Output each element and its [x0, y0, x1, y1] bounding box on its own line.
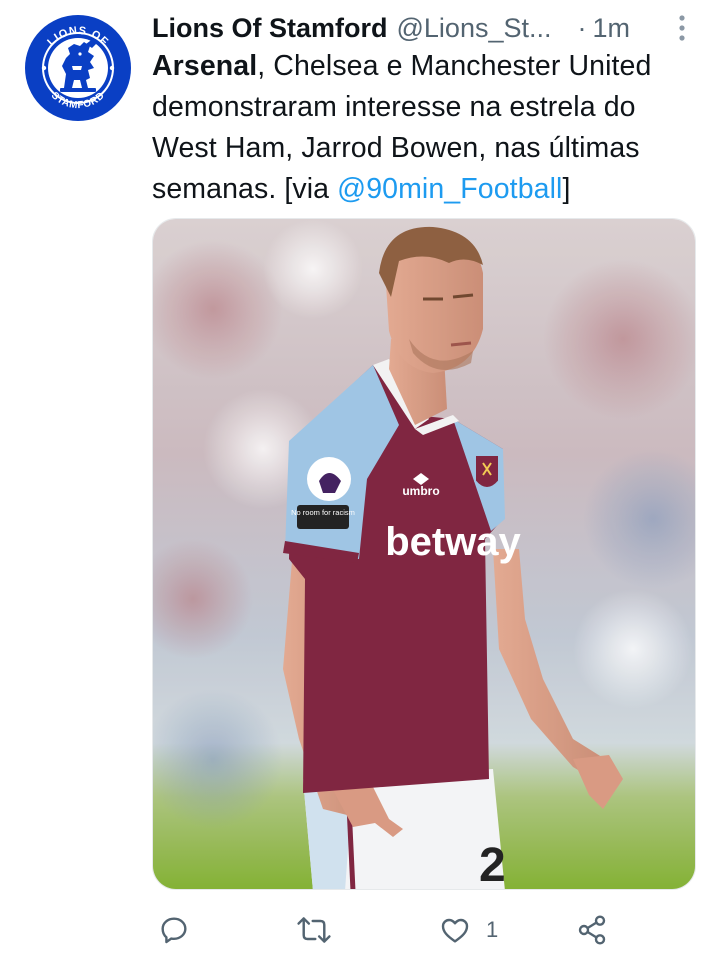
- reply-button[interactable]: [158, 905, 190, 955]
- chelsea-lion-crest-icon: LIONS OF STAMFORD: [25, 15, 131, 121]
- retweet-icon: [297, 917, 331, 943]
- footballer-photo: 2 No room for racism umbro betway: [153, 219, 695, 889]
- author-display-name[interactable]: Lions Of Stamford: [152, 13, 388, 44]
- tweet-header: Lions Of Stamford @Lions_St... · 1m: [152, 8, 692, 48]
- tweet-card[interactable]: LIONS OF STAMFORD Lions Of Stamford @Lio…: [0, 0, 720, 965]
- like-count: 1: [486, 917, 499, 942]
- like-icon: [441, 918, 469, 943]
- share-button[interactable]: [576, 905, 608, 955]
- tweet-body-part2: ]: [562, 173, 571, 205]
- retweet-button[interactable]: [296, 905, 332, 955]
- header-separator: ·: [577, 12, 587, 43]
- mention-link[interactable]: @90min_Football: [337, 173, 562, 205]
- share-icon: [578, 915, 606, 945]
- tweet-actions-bar: 1: [152, 905, 696, 955]
- tweet-text: Arsenal, Chelsea e Manchester United dem…: [152, 46, 697, 210]
- tweet-media-photo[interactable]: 2 No room for racism umbro betway: [152, 218, 696, 890]
- reply-icon: [161, 917, 187, 944]
- like-button[interactable]: 1: [438, 905, 498, 955]
- tweet-timestamp[interactable]: 1m: [593, 13, 631, 44]
- more-options-icon[interactable]: [672, 12, 692, 44]
- avatar[interactable]: LIONS OF STAMFORD: [24, 14, 132, 122]
- tweet-lead-word: Arsenal: [152, 50, 258, 82]
- author-handle[interactable]: @Lions_St...: [397, 13, 552, 44]
